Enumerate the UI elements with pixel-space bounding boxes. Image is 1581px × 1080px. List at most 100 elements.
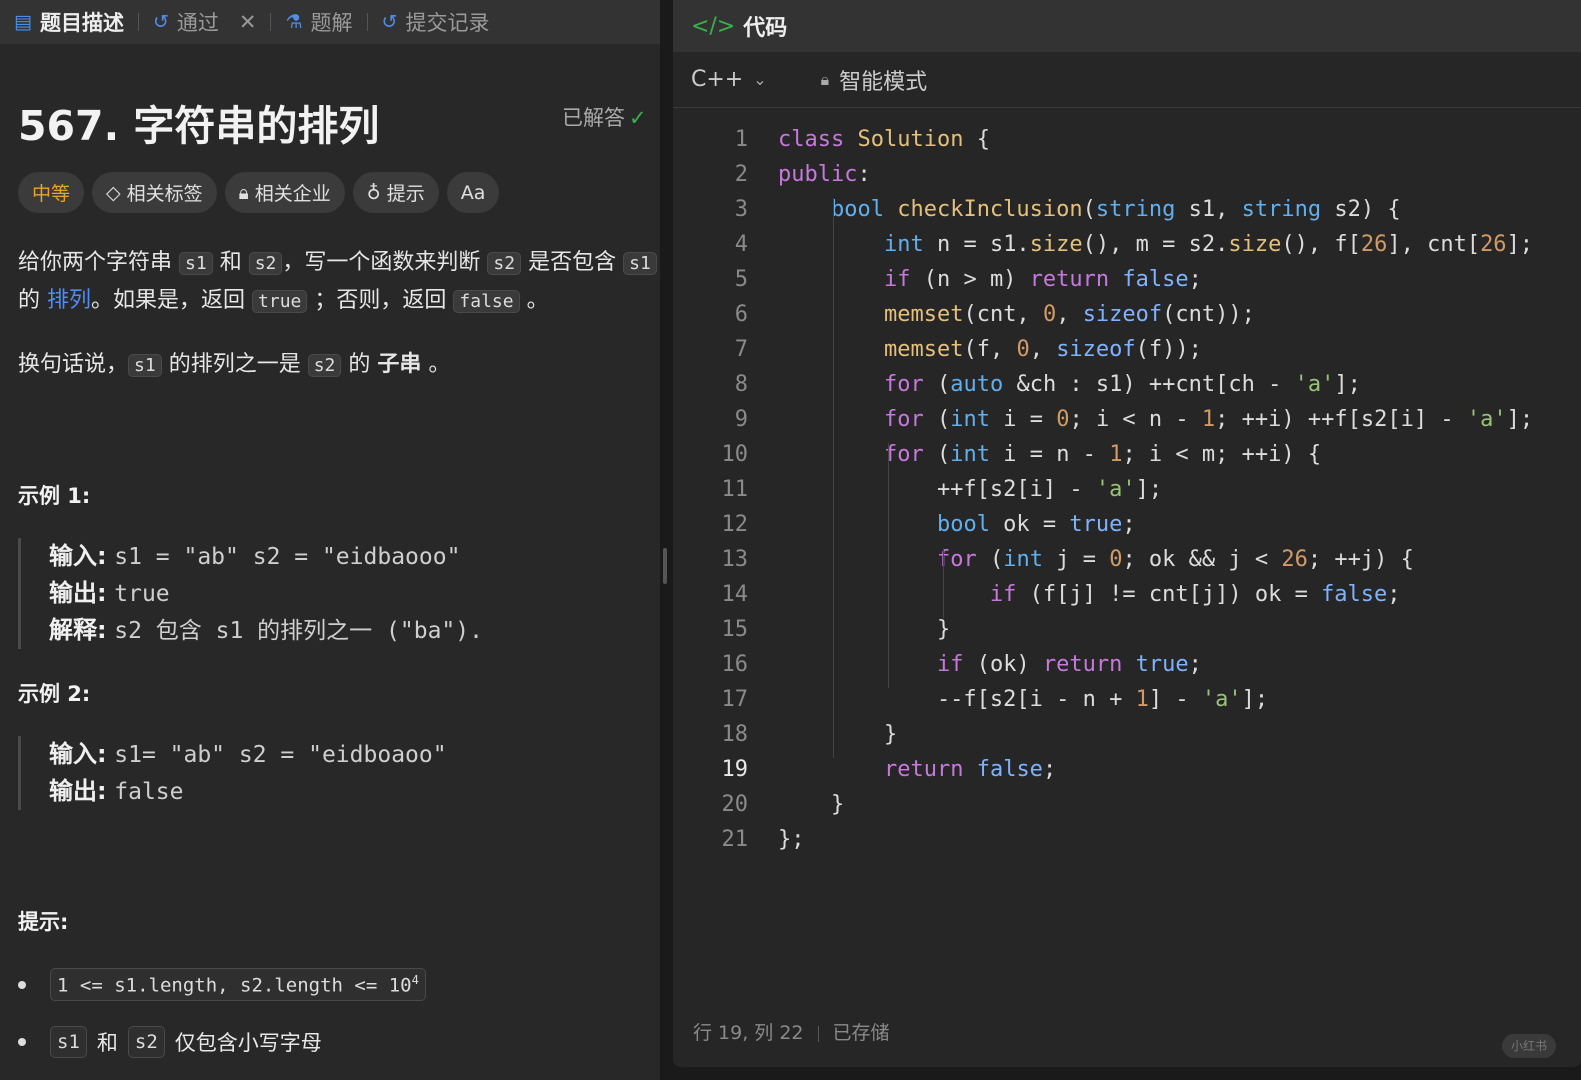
- code-line[interactable]: 3 bool checkInclusion(string s1, string …: [673, 192, 1581, 227]
- inline-code: false: [453, 290, 520, 313]
- translate-button[interactable]: Aa: [446, 172, 500, 213]
- line-number: 2: [734, 162, 748, 187]
- inline-code: s1: [623, 252, 657, 275]
- code-line[interactable]: 7 memset(f, 0, sizeof(f));: [673, 332, 1581, 367]
- code-line[interactable]: 19 return false;: [673, 752, 1581, 787]
- code-line[interactable]: 10 for (int i = n - 1; i < m; ++i) {: [673, 437, 1581, 472]
- explain-value: s2 包含 s1 的排列之一 ("ba").: [114, 618, 483, 644]
- tab-separator: [137, 13, 139, 31]
- code-line[interactable]: 17 --f[s2[i - n + 1] - 'a'];: [673, 682, 1581, 717]
- code-text: bool checkInclusion(string s1, string s2…: [830, 197, 1401, 222]
- line-number: 1: [734, 127, 748, 152]
- code-text: --f[s2[i - n + 1] - 'a'];: [778, 687, 1269, 712]
- cursor-position: 行 19, 列 22: [693, 1022, 804, 1044]
- code-line[interactable]: 12 bool ok = true;: [673, 507, 1581, 542]
- flask-icon: ⚗: [285, 11, 303, 33]
- input-label: 输入:: [49, 740, 107, 768]
- code-line[interactable]: 6 memset(cnt, 0, sizeof(cnt));: [673, 297, 1581, 332]
- smart-mode-label[interactable]: 智能模式: [839, 64, 927, 96]
- code-panel-header: </> 代码: [673, 0, 1581, 52]
- code-line[interactable]: 18 }: [673, 717, 1581, 752]
- code-text: if (f[j] != cnt[j]) ok = false;: [989, 582, 1401, 607]
- line-number: 10: [721, 442, 749, 467]
- tab-separator: [270, 13, 272, 31]
- tab-passed[interactable]: ↺ 通过 ✕: [153, 7, 257, 37]
- doc-icon: ▤: [14, 11, 32, 33]
- close-icon[interactable]: ✕: [239, 10, 257, 34]
- tab-separator: [366, 13, 368, 31]
- code-text: bool ok = true;: [936, 512, 1136, 537]
- code-line[interactable]: 4 int n = s1.size(), m = s2.size(), f[26…: [673, 227, 1581, 262]
- code-line[interactable]: 20 }: [673, 787, 1581, 822]
- constraint-code: 1 <= s1.length, s2.length <= 104: [50, 968, 426, 1002]
- line-number: 6: [734, 302, 748, 327]
- lock-icon: 🔒︎: [820, 69, 830, 89]
- resize-handle[interactable]: [663, 548, 667, 584]
- editor-status-bar: 行 19, 列 22 已存储: [693, 1018, 890, 1045]
- code-line[interactable]: 13 for (int j = 0; ok && j < 26; ++j) {: [673, 542, 1581, 577]
- line-number: 21: [721, 827, 749, 852]
- code-line[interactable]: 5 if (n > m) return false;: [673, 262, 1581, 297]
- code-text: class Solution {: [778, 127, 990, 152]
- desc-text: 和: [219, 250, 242, 275]
- code-text: ++f[s2[i] - 'a'];: [778, 477, 1163, 502]
- output-label: 输出:: [49, 777, 107, 805]
- example-output-row: 输出: true: [49, 575, 483, 612]
- inline-code: s2: [127, 1026, 165, 1058]
- difficulty-label: 中等: [32, 183, 71, 205]
- inline-code: s2: [487, 252, 522, 275]
- indent-guide: [943, 548, 944, 618]
- difficulty-badge[interactable]: 中等: [18, 172, 85, 213]
- inline-code: s2: [307, 354, 342, 377]
- problem-title[interactable]: 567. 字符串的排列: [18, 92, 379, 152]
- language-select[interactable]: C++: [691, 67, 743, 92]
- lock-icon: 🔒︎: [238, 181, 249, 204]
- code-line[interactable]: 15 }: [673, 612, 1581, 647]
- output-value: false: [114, 779, 184, 805]
- code-line[interactable]: 9 for (int i = 0; i < n - 1; ++i) ++f[s2…: [673, 402, 1581, 437]
- example-2-block: 输入: s1= "ab" s2 = "eidboaoo" 输出: false: [18, 736, 447, 810]
- code-line[interactable]: 14 if (f[j] != cnt[j]) ok = false;: [673, 577, 1581, 612]
- code-line[interactable]: 21};: [673, 822, 1581, 857]
- status-separator: [817, 1025, 819, 1042]
- tab-description[interactable]: ▤ 题目描述: [14, 7, 124, 37]
- inline-code: s1: [128, 354, 162, 377]
- desc-text: 。如果是，返回: [91, 288, 246, 313]
- code-text: for (int j = 0; ok && j < 26; ++j) {: [936, 547, 1414, 572]
- desc-text: 是否包含: [528, 250, 617, 275]
- code-editor[interactable]: 1 class Solution { 2 public: 3 bool checkInc…: [673, 122, 1581, 857]
- code-line[interactable]: 1 class Solution {: [673, 122, 1581, 157]
- code-line[interactable]: 11 ++f[s2[i] - 'a'];: [673, 472, 1581, 507]
- panel-divider[interactable]: [660, 0, 673, 1080]
- code-text: for (int i = n - 1; i < m; ++i) {: [883, 442, 1322, 467]
- code-line[interactable]: 2 public:: [673, 157, 1581, 192]
- chevron-down-icon[interactable]: ⌄: [753, 70, 766, 89]
- hint-button[interactable]: ♁ 提示: [352, 172, 439, 213]
- desc-text: 的排列之一是: [168, 352, 301, 377]
- desc-text: 换句话说，: [18, 352, 129, 377]
- related-tags-button[interactable]: ◇ 相关标签: [92, 172, 217, 213]
- bullet-dot: [18, 980, 26, 989]
- code-line[interactable]: 8 for (auto &ch : s1) ++cnt[ch - 'a'];: [673, 367, 1581, 402]
- related-companies-button[interactable]: 🔒︎ 相关企业: [224, 172, 345, 213]
- inline-code: s1: [179, 252, 213, 275]
- code-text: }: [778, 722, 898, 747]
- output-value: true: [114, 581, 170, 607]
- line-number: 14: [721, 582, 749, 607]
- tab-label: 题目描述: [39, 11, 124, 35]
- line-number: 15: [721, 617, 749, 642]
- code-line[interactable]: 16 if (ok) return true;: [673, 647, 1581, 682]
- line-number: 7: [734, 337, 748, 362]
- tab-solutions[interactable]: ⚗ 题解: [285, 7, 352, 37]
- line-number: 16: [721, 652, 749, 677]
- permutation-link[interactable]: 排列: [47, 288, 91, 313]
- desc-text: 。: [526, 288, 549, 313]
- code-text: for (auto &ch : s1) ++cnt[ch - 'a'];: [883, 372, 1361, 397]
- tag-icon: ◇: [106, 181, 121, 204]
- save-status: 已存储: [832, 1022, 890, 1044]
- tab-submissions[interactable]: ↺ 提交记录: [382, 7, 490, 37]
- code-text: }: [778, 792, 845, 817]
- input-value: s1= "ab" s2 = "eidboaoo": [114, 742, 447, 768]
- check-circle-icon: ✓: [629, 106, 647, 130]
- tag-row: 中等 ◇ 相关标签 🔒︎ 相关企业 ♁ 提示 Aa: [18, 172, 500, 213]
